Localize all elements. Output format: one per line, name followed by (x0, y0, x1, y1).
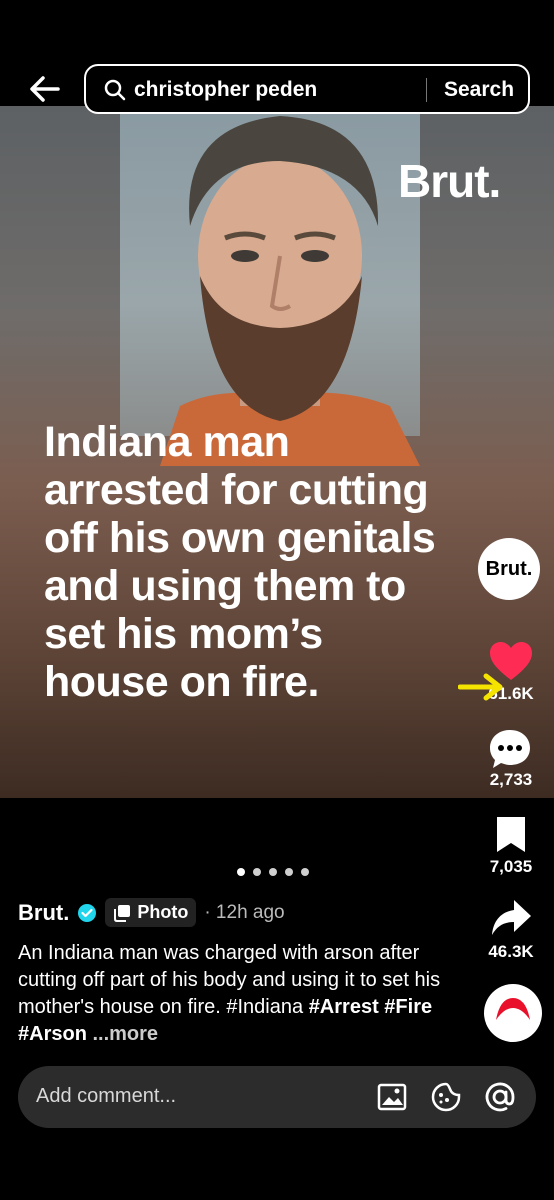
back-arrow-icon[interactable] (28, 72, 62, 106)
image-icon[interactable] (376, 1081, 408, 1113)
mugshot-portrait (160, 116, 420, 466)
carousel-indicator (237, 868, 309, 876)
comment-count: 2,733 (489, 770, 533, 789)
more-link[interactable]: ...more (92, 1023, 158, 1045)
hashtag[interactable]: #Arson (18, 1023, 87, 1045)
post-type-label: Photo (137, 902, 189, 922)
hashtag[interactable]: #Arrest (309, 996, 379, 1018)
comment-bar[interactable]: Add comment... (18, 1066, 536, 1128)
carousel-dot (253, 868, 261, 876)
comment-input[interactable]: Add comment... (36, 1085, 176, 1108)
carousel-dot (301, 868, 309, 876)
carousel-dot (237, 868, 245, 876)
save-count: 7,035 (489, 857, 533, 876)
share-count: 46.3K (488, 942, 534, 961)
author-name[interactable]: Brut. (18, 900, 69, 926)
author-row: Brut. Photo · 12h ago (18, 898, 285, 927)
emoji-icon[interactable] (430, 1081, 462, 1113)
search-query[interactable]: christopher peden (134, 78, 317, 102)
hashtag[interactable]: #Fire (384, 996, 432, 1018)
comment-icon[interactable] (488, 728, 532, 770)
post-headline: Indiana man arrested for cutting off his… (44, 418, 436, 706)
search-icon (104, 79, 126, 101)
creator-avatar[interactable]: Brut. (478, 538, 540, 600)
arrow-annotation-icon (458, 673, 503, 701)
carousel-dot (285, 868, 293, 876)
bookmark-icon[interactable] (494, 814, 528, 854)
search-input[interactable]: christopher peden Search (84, 64, 530, 114)
verified-icon (78, 903, 97, 922)
sound-icon (493, 993, 533, 1033)
search-button[interactable]: Search (444, 78, 514, 102)
post-time: · 12h ago (204, 901, 285, 923)
mention-icon[interactable] (484, 1081, 516, 1113)
brand-watermark: Brut. (398, 155, 501, 207)
photo-icon (114, 904, 131, 922)
search-divider (426, 78, 427, 102)
carousel-dot (269, 868, 277, 876)
post-type-chip: Photo (105, 898, 197, 927)
hashtag[interactable]: #Indiana (226, 996, 303, 1018)
music-disc[interactable] (484, 984, 542, 1042)
post-caption[interactable]: An Indiana man was charged with arson af… (18, 940, 458, 1048)
share-icon[interactable] (490, 898, 532, 938)
